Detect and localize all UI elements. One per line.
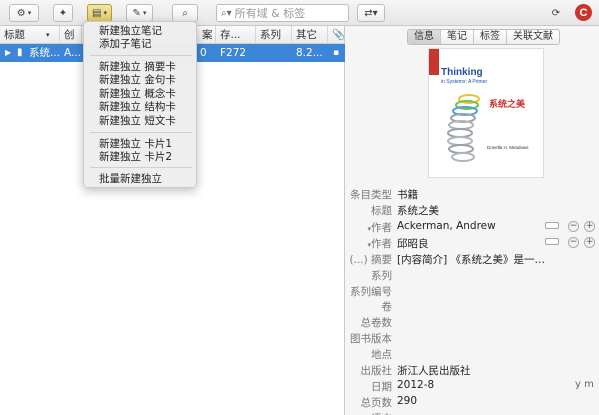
book-cover: Thinking in Systems: A Primer 系统之美 Donel… xyxy=(428,48,544,178)
field-label-series-number: 系列编号 xyxy=(350,286,392,298)
menu-item-card-2[interactable]: 新建独立 卡片2 xyxy=(99,151,172,164)
tab-related[interactable]: 关联文献 xyxy=(507,30,559,44)
cover-subtitle: in Systems: A Primer xyxy=(441,79,488,85)
field-label-series: 系列 xyxy=(371,270,392,282)
column-other[interactable]: 其它 xyxy=(292,26,328,44)
field-value-date[interactable]: 2012-8 xyxy=(397,379,434,391)
magic-wand-icon: ✦ xyxy=(58,7,68,19)
field-value-pages[interactable]: 290 xyxy=(397,395,417,407)
gear-icon: ⚙︎ xyxy=(16,7,26,19)
new-note-menu: 新建独立笔记 添加子笔记 新建独立 摘要卡 新建独立 金句卡 新建独立 概念卡 … xyxy=(83,21,197,188)
name-mode-toggle[interactable] xyxy=(545,238,559,245)
remove-author-button[interactable]: − xyxy=(568,237,579,248)
field-label-language: 语言 xyxy=(371,411,392,415)
locate-button[interactable]: ⇄▾ xyxy=(357,4,385,22)
field-label-title: 标题 xyxy=(371,205,392,217)
field-label-abstract[interactable]: (...) 摘要 xyxy=(349,252,392,267)
sync-split-button[interactable]: ⟳ xyxy=(548,4,564,22)
field-value-item-type[interactable]: 书籍 xyxy=(397,187,418,202)
sort-arrow-icon: ▾ xyxy=(46,31,50,39)
column-creator[interactable]: 创 xyxy=(60,26,82,44)
field-label-num-volumes: 总卷数 xyxy=(360,317,393,329)
field-label-date: 日期 xyxy=(371,381,392,393)
menu-separator xyxy=(90,132,192,133)
pdf-attachment-icon[interactable]: ▪ xyxy=(333,44,339,62)
new-item-button[interactable]: ✦ xyxy=(53,4,73,22)
slinky-illustration xyxy=(447,94,480,162)
chevron-down-icon: ▾ xyxy=(103,10,107,17)
note-icon: ▤ xyxy=(92,7,102,19)
menu-item-card-1[interactable]: 新建独立 卡片1 xyxy=(99,138,172,151)
cover-author: Donella H. Meadows xyxy=(487,145,529,150)
field-label-item-type: 条目类型 xyxy=(350,189,392,201)
new-note-button[interactable]: ▤ ▾ xyxy=(87,4,112,22)
tab-notes[interactable]: 笔记 xyxy=(441,30,474,44)
menu-item-add-child-note[interactable]: 添加子笔记 xyxy=(99,38,152,51)
column-c[interactable]: 案 xyxy=(198,26,216,44)
cover-publisher-mark xyxy=(429,49,439,75)
remove-author-button[interactable]: − xyxy=(568,221,579,232)
search-placeholder: 所有域 & 标签 xyxy=(234,7,306,20)
search-icon: ⌕▾ xyxy=(221,7,232,19)
field-value-abstract[interactable]: [内容简介] 《系统之美》是一本简明扼... xyxy=(397,252,553,267)
cover-title: Thinking xyxy=(441,67,483,78)
advanced-search-button[interactable]: ⌕ xyxy=(172,4,198,22)
row-col-c: 0 xyxy=(200,47,207,59)
menu-separator xyxy=(90,55,192,56)
annotate-button[interactable]: ✎ ▾ xyxy=(126,4,153,22)
date-format-indicator: y m xyxy=(575,379,594,390)
column-series[interactable]: 系列 xyxy=(256,26,292,44)
menu-item-quote-card[interactable]: 新建独立 金句卡 xyxy=(99,74,176,87)
field-label-author-1[interactable]: ▾作者 xyxy=(367,220,392,235)
sync-icon: C xyxy=(579,6,588,19)
search-field[interactable]: ⌕▾ 所有域 & 标签 xyxy=(216,4,349,22)
add-author-button[interactable]: + xyxy=(584,237,595,248)
field-value-author-2[interactable]: 邱昭良 xyxy=(397,236,429,251)
column-attachment[interactable]: 📎 xyxy=(328,26,345,44)
field-label-publisher: 出版社 xyxy=(360,365,393,377)
menu-item-essay-card[interactable]: 新建独立 短文卡 xyxy=(99,115,176,128)
field-label-volume: 卷 xyxy=(381,301,393,313)
field-value-author-1[interactable]: Ackerman, Andrew xyxy=(397,220,496,232)
field-label-author-2[interactable]: ▾作者 xyxy=(367,236,392,251)
tab-tags[interactable]: 标签 xyxy=(474,30,507,44)
item-detail-pane: 信息 笔记 标签 关联文献 Thinking in Systems: A Pri… xyxy=(346,26,599,415)
sync-button[interactable]: C xyxy=(575,4,592,21)
row-col-d: F272 xyxy=(220,47,247,59)
field-label-edition: 图书版本 xyxy=(350,333,392,345)
magnifier-icon: ⌕ xyxy=(182,7,188,19)
expand-arrow-icon[interactable]: ▶ xyxy=(5,44,11,62)
add-author-button[interactable]: + xyxy=(584,221,595,232)
chevron-down-icon: ▾ xyxy=(142,10,147,17)
tab-info[interactable]: 信息 xyxy=(408,30,441,44)
field-label-place: 地点 xyxy=(371,349,392,361)
name-mode-toggle[interactable] xyxy=(545,222,559,229)
menu-item-concept-card[interactable]: 新建独立 概念卡 xyxy=(99,88,176,101)
locate-icon: ⇄▾ xyxy=(364,7,378,19)
pencil-icon: ✎ xyxy=(132,7,141,19)
row-creator: A... xyxy=(64,47,82,59)
book-icon: ▮ xyxy=(17,47,23,58)
menu-item-structure-card[interactable]: 新建独立 结构卡 xyxy=(99,101,176,114)
field-label-pages: 总页数 xyxy=(360,397,393,409)
collection-menu-button[interactable]: ⚙︎ ▾ xyxy=(9,4,39,22)
paperclip-icon: 📎 xyxy=(332,29,345,41)
column-title[interactable]: 标题 ▾ xyxy=(0,26,60,44)
row-other: 8.2... xyxy=(296,47,323,59)
detail-tabs: 信息 笔记 标签 关联文献 xyxy=(407,29,560,45)
column-storage[interactable]: 存... xyxy=(216,26,256,44)
menu-item-new-standalone-note[interactable]: 新建独立笔记 xyxy=(99,25,162,38)
menu-item-summary-card[interactable]: 新建独立 摘要卡 xyxy=(99,61,176,74)
row-title: 系统... xyxy=(29,47,59,59)
cover-cn-title: 系统之美 xyxy=(489,100,526,110)
field-value-publisher[interactable]: 浙江人民出版社 xyxy=(397,363,471,378)
field-value-title[interactable]: 系统之美 xyxy=(397,203,439,218)
sync-arrows-icon: ⟳ xyxy=(551,7,561,19)
menu-separator xyxy=(90,167,192,168)
menu-item-batch-new[interactable]: 批量新建独立 xyxy=(99,173,162,186)
chevron-down-icon: ▾ xyxy=(27,10,32,17)
